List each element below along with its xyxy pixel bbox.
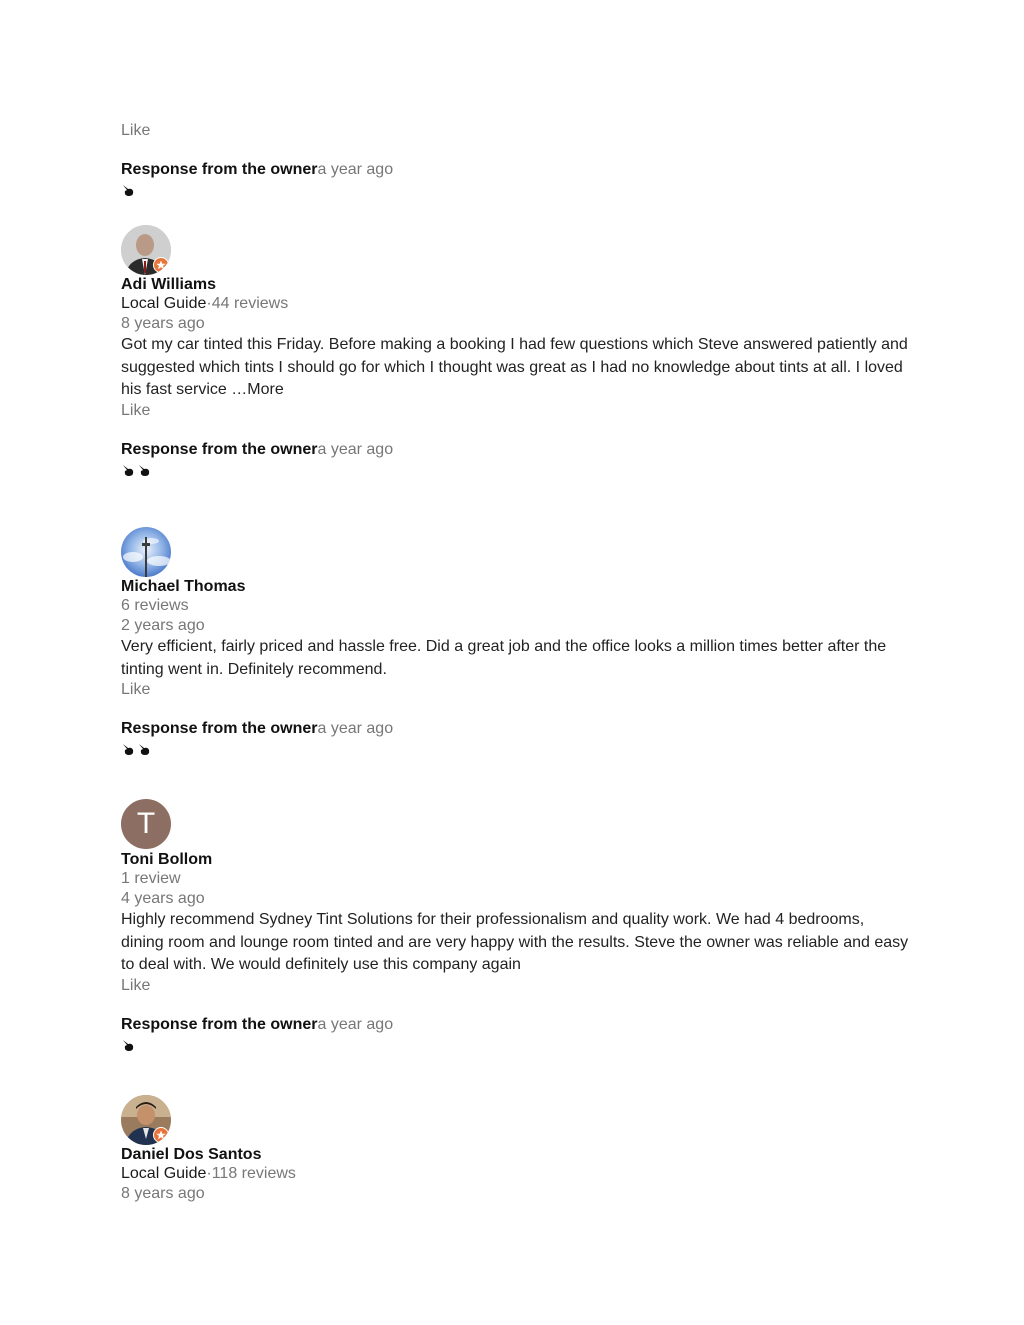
like-link[interactable]: Like — [121, 401, 150, 420]
reviewer-name[interactable]: Michael Thomas — [121, 577, 245, 596]
review-text: Got my car tinted this Friday. Before ma… — [121, 334, 911, 402]
like-link[interactable]: Like — [121, 121, 150, 140]
like-link[interactable]: Like — [121, 976, 150, 995]
owner-response-title: Response from the owner — [121, 441, 318, 458]
reviewer-name[interactable]: Daniel Dos Santos — [121, 1145, 261, 1164]
owner-response-title: Response from the owner — [121, 720, 318, 737]
reviewer-meta: Local Guide·44 reviews — [121, 294, 288, 313]
reviews-count: 1 review — [121, 870, 181, 887]
owner-response-title: Response from the owner — [121, 1016, 318, 1033]
owner-response-emojis — [121, 183, 135, 197]
owner-response-header: Response from the ownera year ago — [121, 160, 393, 179]
owner-response-emojis — [121, 742, 151, 756]
local-guide-label: Local Guide — [121, 295, 207, 312]
review-time: 4 years ago — [121, 890, 205, 907]
pointing-hand-icon — [139, 744, 150, 755]
owner-response-header: Response from the ownera year ago — [121, 719, 393, 738]
owner-response-emojis — [121, 1038, 135, 1052]
owner-response-header: Response from the ownera year ago — [121, 1015, 393, 1034]
owner-response-time: a year ago — [317, 1016, 394, 1033]
owner-response-title: Response from the owner — [121, 161, 318, 178]
avatar-photo — [121, 527, 171, 577]
reviewer-meta: Local Guide·118 reviews — [121, 1164, 296, 1183]
owner-response-emojis — [121, 463, 151, 477]
review-time: 8 years ago — [121, 1185, 205, 1202]
review-text: Very efficient, fairly priced and hassle… — [121, 638, 887, 678]
pointing-hand-icon — [123, 1040, 134, 1051]
avatar[interactable] — [121, 527, 171, 577]
review-text-content: Got my car tinted this Friday. Before ma… — [121, 336, 908, 398]
reviewer-name[interactable]: Toni Bollom — [121, 850, 212, 869]
avatar[interactable]: T — [121, 799, 171, 849]
local-guide-badge-icon — [153, 257, 169, 273]
owner-response-time: a year ago — [317, 720, 394, 737]
local-guide-badge-icon — [153, 1127, 169, 1143]
pointing-hand-icon — [123, 465, 134, 476]
avatar[interactable] — [121, 225, 171, 275]
review-time: 8 years ago — [121, 315, 205, 332]
owner-response-header: Response from the ownera year ago — [121, 440, 393, 459]
reviews-count: 6 reviews — [121, 597, 189, 614]
review-text: Highly recommend Sydney Tint Solutions f… — [121, 911, 909, 973]
like-link[interactable]: Like — [121, 680, 150, 699]
review-time: 2 years ago — [121, 617, 205, 634]
reviews-count: 44 reviews — [211, 295, 289, 312]
more-link[interactable]: More — [247, 381, 283, 398]
owner-response-time: a year ago — [317, 161, 394, 178]
pointing-hand-icon — [139, 465, 150, 476]
reviews-count: 118 reviews — [211, 1165, 296, 1182]
pointing-hand-icon — [123, 744, 134, 755]
local-guide-label: Local Guide — [121, 1165, 207, 1182]
avatar[interactable] — [121, 1095, 171, 1145]
pointing-hand-icon — [123, 185, 134, 196]
owner-response-time: a year ago — [317, 441, 394, 458]
reviewer-name[interactable]: Adi Williams — [121, 275, 216, 294]
